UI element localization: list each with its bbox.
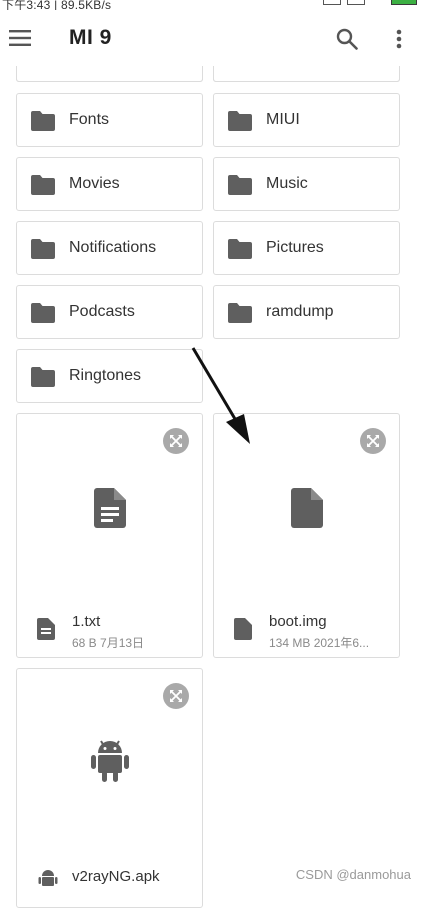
watermark: CSDN @danmohua <box>295 867 411 882</box>
folder-label: Notifications <box>69 239 157 256</box>
folder-label: MIUI <box>266 111 300 128</box>
folder-item-ramdump[interactable]: ramdump <box>213 285 400 339</box>
folder-icon <box>228 239 252 259</box>
folder-label: Movies <box>69 175 120 192</box>
more-options-button[interactable] <box>388 24 410 54</box>
folder-icon <box>31 111 55 131</box>
generic-file-icon <box>290 488 323 528</box>
file-name: 1.txt <box>72 613 101 630</box>
status-time-speed: 下午3:43 | 89.5KB/s <box>2 0 112 10</box>
folder-item-music[interactable]: Music <box>213 157 400 211</box>
file-name: boot.img <box>269 613 327 630</box>
folder-icon <box>31 367 55 387</box>
select-icon[interactable] <box>359 427 387 455</box>
search-icon <box>336 28 358 50</box>
annotation-arrow-icon <box>191 347 250 444</box>
status-icons <box>323 0 417 5</box>
folder-item-podcasts[interactable]: Podcasts <box>16 285 203 339</box>
wifi-icon <box>371 0 385 5</box>
signal-icon <box>323 0 341 5</box>
folder-label: Music <box>266 175 308 192</box>
menu-button[interactable] <box>6 20 34 56</box>
folder-label: Ringtones <box>69 367 142 384</box>
folder-icon <box>31 175 55 195</box>
folder-item-movies[interactable]: Movies <box>16 157 203 211</box>
select-icon[interactable] <box>162 682 190 710</box>
folder-label: ramdump <box>266 303 334 320</box>
text-file-icon <box>93 488 126 528</box>
file-item-v2rayng-apk[interactable]: v2rayNG.apk <box>16 668 203 908</box>
file-item-1-txt[interactable]: 1.txt 68 B 7月13日 <box>16 413 203 658</box>
battery-icon <box>391 0 417 5</box>
hamburger-menu-icon <box>9 30 31 46</box>
folder-icon <box>228 303 252 323</box>
status-bar: 下午3:43 | 89.5KB/s <box>0 0 425 10</box>
folder-icon <box>31 303 55 323</box>
folder-label: Pictures <box>266 239 324 256</box>
generic-file-small-icon <box>234 618 252 640</box>
folder-card-partial-bottom[interactable] <box>16 66 203 82</box>
folder-icon <box>31 239 55 259</box>
android-small-icon <box>38 870 58 886</box>
page-title: MI 9 <box>69 26 112 49</box>
android-icon <box>90 740 129 782</box>
file-meta: 134 MB 2021年6... <box>269 636 370 650</box>
search-button[interactable] <box>332 24 362 54</box>
folder-item-notifications[interactable]: Notifications <box>16 221 203 275</box>
sim-icon <box>347 0 365 5</box>
folder-item-ringtones[interactable]: Ringtones <box>16 349 203 403</box>
folder-icon <box>228 175 252 195</box>
folder-item-fonts[interactable]: Fonts <box>16 93 203 147</box>
file-name: v2rayNG.apk <box>72 868 160 885</box>
folder-item-miui[interactable]: MIUI <box>213 93 400 147</box>
text-file-small-icon <box>37 618 55 640</box>
folder-label: Podcasts <box>69 303 135 320</box>
folder-item-pictures[interactable]: Pictures <box>213 221 400 275</box>
folder-icon <box>228 111 252 131</box>
file-meta: 68 B 7月13日 <box>72 636 145 650</box>
folder-label: Fonts <box>69 111 110 128</box>
folder-card-partial-bottom[interactable] <box>213 66 400 82</box>
more-vert-icon <box>396 29 402 49</box>
